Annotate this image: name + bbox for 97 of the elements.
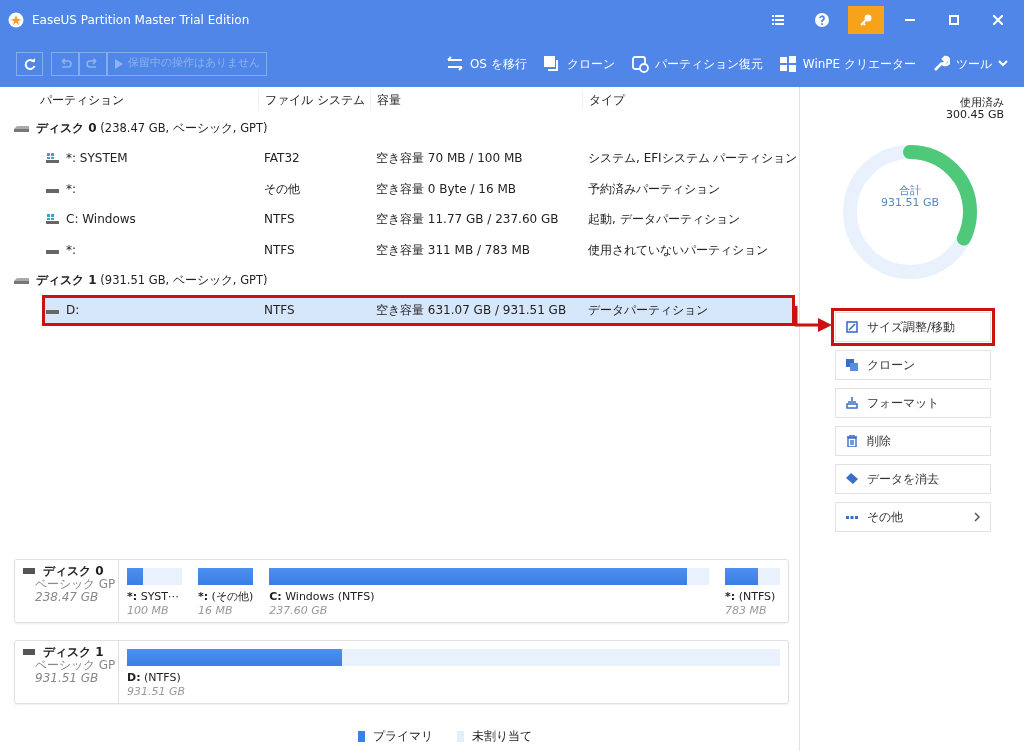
maximize-icon (949, 15, 959, 25)
partition-label: C: Windows (NTFS) (269, 590, 376, 603)
toolbar-button[interactable]: WinPE クリエーター (778, 54, 916, 73)
partition-name: *: (66, 180, 77, 198)
partition-block[interactable]: *: (その他) 16 MB (197, 568, 254, 622)
capacity: 空き容量 631.07 GB / 931.51 GB (375, 302, 568, 320)
trash-icon (846, 435, 858, 447)
copy-icon (846, 359, 858, 371)
undo-icon (58, 57, 72, 70)
capacity: 空き容量 311 MB / 783 MB (375, 241, 532, 259)
refresh-button[interactable] (16, 51, 43, 76)
partition-size: 100 MB (127, 603, 170, 619)
legend-label: プライマリ (372, 728, 433, 745)
capacity: 空き容量 11.77 GB / 237.60 GB (375, 211, 560, 229)
toolbar-button[interactable]: ツール (932, 54, 1008, 73)
partition-type: 予約済みパーティション (587, 180, 721, 198)
windows-drive-icon (46, 153, 59, 164)
partition-size: 931.51 GB (127, 684, 187, 700)
operation-button[interactable]: フォーマット (835, 388, 991, 418)
windows-drive-icon (46, 214, 59, 225)
windows-icon (778, 54, 797, 73)
drive-icon (23, 649, 35, 655)
partition-row[interactable]: *: その他 空き容量 0 Byte / 16 MB 予約済みパーティション (0, 173, 799, 204)
column-header[interactable]: パーティション (0, 90, 258, 110)
chevron-down-icon (998, 59, 1008, 68)
legend-label: 未割り当て (471, 728, 532, 745)
redo-icon (86, 57, 100, 70)
key-icon (860, 14, 872, 26)
toolbar-button[interactable]: クローン (542, 54, 615, 73)
partition-row[interactable]: C: Windows NTFS 空き容量 11.77 GB / 237.60 GB 起動, データパーティション (0, 204, 799, 235)
menu-icon (772, 15, 784, 25)
column-header[interactable]: タイプ (582, 90, 800, 110)
partition-name: *: (66, 241, 77, 259)
wrench-icon (932, 54, 950, 73)
minimize-icon (905, 19, 915, 21)
partition-name: *: SYSTEM (66, 150, 128, 168)
operation-button[interactable]: 削除 (835, 426, 991, 456)
file-system: NTFS (263, 241, 296, 259)
operation-button[interactable]: クローン (835, 350, 991, 380)
disk-type: ベーシック GP (34, 659, 117, 672)
disk-size: 238.47 GB (34, 591, 100, 604)
file-system: その他 (263, 180, 301, 198)
partition-row[interactable]: D: NTFS 空き容量 631.07 GB / 931.51 GB データパーティション (42, 295, 795, 326)
toolbar-button[interactable]: パーティション復元 (630, 54, 763, 73)
arrows-icon (445, 54, 464, 73)
capacity: 空き容量 70 MB / 100 MB (375, 150, 524, 168)
file-system: NTFS (263, 302, 296, 320)
operation-button[interactable]: その他 (835, 502, 991, 532)
partition-label: *: (NTFS) (725, 590, 777, 603)
partition-name: D: (66, 302, 80, 320)
disk-type: ベーシック GP (34, 578, 117, 591)
operation-button[interactable]: データを消去 (835, 464, 991, 494)
partition-label: D: (NTFS) (127, 671, 182, 684)
column-header[interactable]: ファイル システム (258, 90, 370, 110)
partition-row[interactable]: *: SYSTEM FAT32 空き容量 70 MB / 100 MB システム, EFIシステム パーティション (0, 143, 799, 174)
file-system: FAT32 (263, 150, 301, 168)
disk-name: ディスク 0 (43, 564, 104, 578)
partition-label: *: SYST⋯ (127, 590, 181, 603)
primary-swatch-icon (357, 730, 365, 742)
refresh-icon (23, 57, 36, 70)
unallocated-swatch-icon (456, 730, 464, 742)
disk-clock-icon (630, 54, 649, 73)
partition-size: 783 MB (725, 603, 768, 619)
help-icon (815, 13, 829, 27)
partition-row[interactable]: *: NTFS 空き容量 311 MB / 783 MB 使用されていないパーティション (0, 234, 799, 265)
disk-size: 931.51 GB (34, 672, 100, 685)
partition-block[interactable]: C: Windows (NTFS) 237.60 GB (269, 568, 709, 622)
chevron-right-icon (974, 512, 980, 522)
partition-block[interactable]: D: (NTFS) 931.51 GB (127, 649, 780, 703)
window-title: EaseUS Partition Master Trial Edition (32, 12, 251, 29)
play-icon (114, 58, 124, 69)
partition-block[interactable]: *: SYST⋯ 100 MB (127, 568, 182, 622)
total-label: 合計 931.51 GB (879, 185, 941, 209)
capacity: 空き容量 0 Byte / 16 MB (375, 180, 518, 198)
app-logo-icon (8, 12, 24, 28)
drive-icon (23, 568, 35, 574)
disk-label[interactable]: ディスク 0 (238.47 GB, ベーシック, GPT) (36, 118, 268, 138)
partition-block[interactable]: *: (NTFS) 783 MB (725, 568, 780, 622)
disk-name: ディスク 1 (43, 645, 104, 659)
partition-type: 起動, データパーティション (587, 211, 741, 229)
used-label: 使用済み 300.45 GB (945, 97, 1004, 121)
annotation-arrow (794, 306, 832, 332)
copy-icon (542, 54, 561, 73)
toolbar-button[interactable]: OS を移行 (445, 54, 527, 73)
partition-label: *: (その他) (197, 590, 254, 603)
key-button[interactable] (848, 6, 884, 34)
partition-type: システム, EFIシステム パーティション (587, 150, 799, 168)
partition-type: 使用されていないパーティション (587, 241, 769, 259)
column-header[interactable]: 容量 (370, 90, 582, 110)
partition-type: データパーティション (587, 302, 709, 320)
partition-size: 237.60 GB (269, 603, 329, 619)
partition-size: 16 MB (197, 603, 234, 619)
resize-icon (846, 321, 858, 333)
disk-label[interactable]: ディスク 1 (931.51 GB, ベーシック, GPT) (36, 270, 268, 290)
file-system: NTFS (263, 211, 296, 229)
close-icon (993, 15, 1003, 25)
partition-name: C: Windows (66, 211, 136, 229)
